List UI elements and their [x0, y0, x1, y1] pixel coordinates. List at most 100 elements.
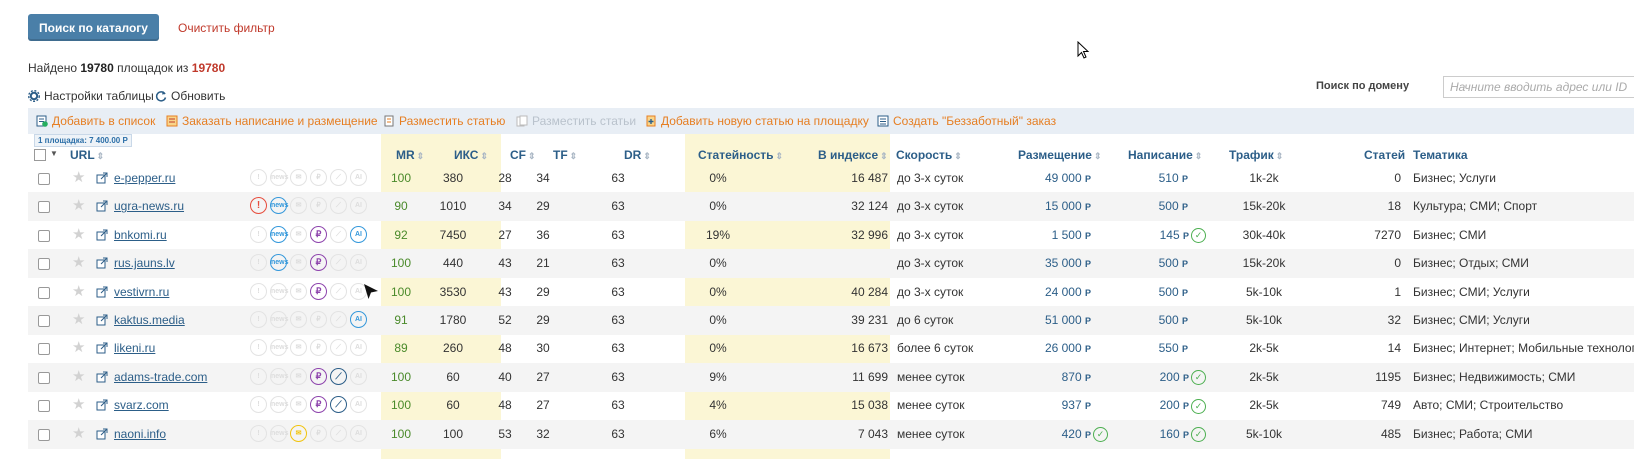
cf-value: 40 — [498, 369, 512, 384]
row-checkbox[interactable] — [38, 286, 50, 299]
site-feature-icons: ! news ✉ ₽ ⟋ AI — [250, 254, 367, 272]
site-url-link[interactable]: adams-trade.com — [114, 363, 207, 392]
document-icon — [384, 115, 394, 127]
dr-value: 63 — [611, 171, 625, 185]
ai-icon: AI — [350, 169, 367, 186]
select-all-checkbox[interactable] — [34, 149, 46, 161]
traffic-value: 2k-5k — [1249, 341, 1279, 356]
articles-count: 0 — [1394, 256, 1401, 271]
external-link-icon[interactable] — [96, 371, 108, 383]
col-header-dr[interactable]: DR ⇕ — [624, 148, 651, 164]
mr-value: 100 — [390, 284, 412, 299]
speed-value: менее суток — [897, 369, 965, 384]
col-header-articles[interactable]: Статей — [1364, 148, 1405, 164]
cf-value: 48 — [498, 398, 512, 413]
col-header-url[interactable]: URL ⇕ — [70, 148, 104, 164]
col-header-tf[interactable]: TF ⇕ — [553, 148, 577, 164]
external-link-icon[interactable] — [96, 428, 108, 440]
col-header-in-index[interactable]: В индексе ⇕ — [818, 148, 888, 164]
site-url-link[interactable]: kaktus.media — [114, 306, 185, 335]
link-icon: ⟋ — [330, 367, 347, 385]
site-url-link[interactable]: bnkomi.ru — [114, 221, 167, 250]
star-icon[interactable]: ★ — [72, 255, 85, 270]
news-icon: news — [270, 396, 289, 414]
news-icon: news — [270, 169, 289, 186]
site-url-link[interactable]: naoni.info — [114, 420, 166, 449]
star-icon[interactable]: ★ — [72, 397, 85, 412]
mail-icon: ✉ — [290, 311, 307, 328]
table-row: ★ rus.jauns.lv ! news ✉ ₽ ⟋ AI 100 440 43 21 … — [28, 249, 1634, 279]
col-header-speed[interactable]: Скорость ⇕ — [896, 148, 962, 164]
tf-value: 29 — [536, 313, 550, 327]
star-icon[interactable]: ★ — [72, 284, 85, 299]
row-checkbox[interactable] — [38, 315, 50, 327]
col-header-mr[interactable]: MR ⇕ — [396, 148, 424, 164]
row-checkbox[interactable] — [38, 229, 50, 242]
external-link-icon[interactable] — [96, 314, 108, 326]
external-link-icon[interactable] — [96, 172, 108, 184]
selection-summary-badge: 1 площадка: 7 400.00 Р — [34, 134, 132, 147]
site-url-link[interactable]: ugra-news.ru — [114, 192, 184, 221]
external-link-icon[interactable] — [96, 342, 108, 354]
external-link-icon[interactable] — [96, 286, 108, 298]
order-writing-button[interactable]: Заказать написание и размещение — [166, 114, 378, 128]
table-row: ★ vestivrn.ru ! news ✉ ₽ ⟋ AI 100 3530 43 29 … — [28, 278, 1634, 307]
row-checkbox[interactable] — [38, 343, 50, 356]
articles-count: 485 — [1380, 426, 1401, 441]
row-checkbox[interactable] — [38, 428, 50, 441]
site-url-link[interactable]: svarz.com — [114, 391, 169, 420]
clear-filter-link[interactable]: Очистить фильтр — [178, 21, 275, 35]
domain-search-input[interactable]: Начните вводить адрес или ID — [1443, 76, 1634, 98]
star-icon[interactable]: ★ — [72, 340, 85, 355]
col-header-article-rate[interactable]: Статейность ⇕ — [698, 148, 783, 164]
site-url-link[interactable]: vestivrn.ru — [114, 278, 169, 307]
col-header-cf[interactable]: CF ⇕ — [510, 148, 536, 164]
cf-value: 27 — [498, 227, 512, 242]
link-icon: ⟋ — [330, 197, 347, 215]
alert-icon: ! — [250, 339, 267, 357]
dr-value: 63 — [611, 398, 625, 413]
create-carefree-order-button[interactable]: Создать "Беззаботный" заказ — [877, 114, 1056, 128]
place-article-button[interactable]: Разместить статью — [383, 114, 505, 128]
star-icon[interactable]: ★ — [72, 426, 85, 441]
placement-price: 35 000 Р — [1044, 256, 1091, 271]
place-articles-button[interactable]: Разместить статьи — [516, 114, 636, 128]
site-url-link[interactable]: rus.jauns.lv — [114, 249, 175, 278]
row-checkbox[interactable] — [38, 258, 50, 271]
row-checkbox[interactable] — [38, 371, 50, 384]
star-icon[interactable]: ★ — [72, 312, 85, 327]
col-header-writing[interactable]: Написание ⇕ — [1128, 148, 1202, 164]
article-rate-value: 9% — [709, 369, 727, 384]
star-icon[interactable]: ★ — [72, 369, 85, 384]
col-header-traffic[interactable]: Трафик ⇕ — [1229, 148, 1283, 164]
row-checkbox[interactable] — [38, 173, 50, 185]
col-header-placement[interactable]: Размещение ⇕ — [1018, 148, 1102, 164]
speed-value: до 6 суток — [897, 313, 954, 327]
site-url-link[interactable]: e-pepper.ru — [114, 164, 175, 193]
row-checkbox[interactable] — [38, 201, 50, 214]
in-index-value: 16 673 — [851, 341, 888, 356]
add-to-list-button[interactable]: Добавить в список — [36, 114, 155, 128]
domain-search-label: Поиск по домену — [1316, 80, 1410, 92]
placement-price: 1 500 Р — [1051, 227, 1091, 242]
refresh-link[interactable]: Обновить — [155, 89, 225, 103]
news-icon: news — [270, 367, 289, 385]
col-header-iks[interactable]: ИКС ⇕ — [454, 148, 488, 164]
external-link-icon[interactable] — [96, 229, 108, 241]
add-new-article-button[interactable]: Добавить новую статью на площадку — [645, 114, 869, 128]
site-url-link[interactable]: likeni.ru — [114, 334, 155, 363]
external-link-icon[interactable] — [96, 200, 108, 212]
select-menu-chevron-icon[interactable]: ▼ — [50, 149, 58, 158]
row-checkbox[interactable] — [38, 400, 50, 413]
table-settings-link[interactable]: Настройки таблицы — [28, 89, 154, 103]
topics-value: Бизнес; СМИ — [1413, 227, 1487, 242]
ai-icon: AI — [350, 396, 367, 414]
star-icon[interactable]: ★ — [72, 170, 85, 185]
link-icon: ⟋ — [330, 424, 347, 442]
search-catalog-button[interactable]: Поиск по каталогу — [28, 14, 159, 41]
external-link-icon[interactable] — [96, 257, 108, 269]
star-icon[interactable]: ★ — [72, 198, 85, 213]
speed-value: до 3-х суток — [897, 284, 964, 299]
star-icon[interactable]: ★ — [72, 227, 85, 242]
external-link-icon[interactable] — [96, 399, 108, 411]
